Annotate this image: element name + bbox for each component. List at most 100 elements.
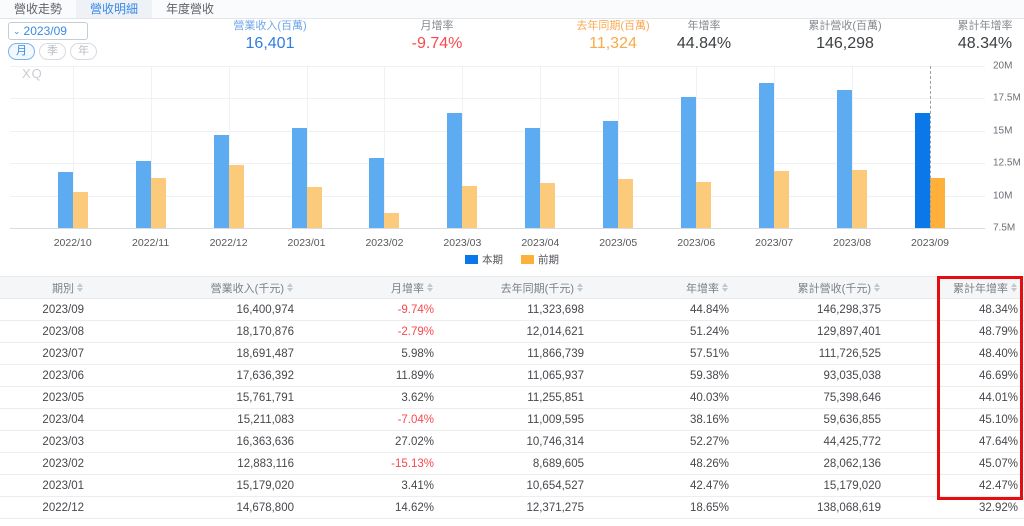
table-cell: 59,636,855 [735,409,887,431]
x-axis-label: 2023/09 [895,237,965,249]
table-cell: 93,035,038 [735,365,887,387]
tab-bar: 營收走勢 營收明細 年度營收 [0,0,1024,19]
table-cell: 2023/03 [0,431,90,453]
stat-value: -9.74% [412,34,463,53]
table-row-2022/12[interactable]: 2022/1214,678,80014.62%12,371,27518.65%1… [0,497,1024,519]
freq-quarter-button[interactable]: 季 [39,43,66,60]
bar-previous-2022/12[interactable] [229,165,244,228]
table-row-2023/07[interactable]: 2023/0718,691,4875.98%11,866,73957.51%11… [0,343,1024,365]
bar-current-2023/04[interactable] [525,128,540,228]
table-row-2023/04[interactable]: 2023/0415,211,083-7.04%11,009,59538.16%5… [0,409,1024,431]
bar-previous-2023/05[interactable] [618,179,633,228]
gridline-h [10,66,985,67]
period-select[interactable]: ⌄ 2023/09 [8,22,88,40]
table-cell: 3.41% [300,475,440,497]
table-cell: 2023/05 [0,387,90,409]
tab-revenue-trend[interactable]: 營收走勢 [0,0,76,18]
stat-label: 營業收入(百萬) [233,20,306,33]
bar-previous-2023/02[interactable] [384,213,399,228]
table-cell: 2023/06 [0,365,90,387]
x-axis-label: 2023/05 [583,237,653,249]
bar-current-2023/08[interactable] [837,90,852,228]
stat-value: 16,401 [233,34,306,53]
legend-swatch [465,255,478,264]
column-header-2[interactable]: 月增率 [300,277,440,299]
stat-2: 去年同期(百萬)11,324 [576,20,649,53]
bar-current-2022/10[interactable] [58,172,73,228]
bar-current-2023/09[interactable] [915,113,930,228]
y-axis-tick: 20M [993,61,1012,72]
tab-annual-revenue[interactable]: 年度營收 [152,0,228,18]
x-axis-label: 2023/06 [661,237,731,249]
table-cell: 2023/01 [0,475,90,497]
table-row-2023/03[interactable]: 2023/0316,363,63627.02%10,746,31452.27%4… [0,431,1024,453]
table-row-2023/08[interactable]: 2023/0818,170,876-2.79%12,014,62151.24%1… [0,321,1024,343]
table-row-2023/05[interactable]: 2023/0515,761,7913.62%11,255,85140.03%75… [0,387,1024,409]
bar-current-2023/05[interactable] [603,121,618,228]
bar-previous-2022/10[interactable] [73,192,88,228]
table-cell: 45.07% [887,453,1024,475]
table-row-2023/01[interactable]: 2023/0115,179,0203.41%10,654,52742.47%15… [0,475,1024,497]
table-cell: 12,371,275 [440,497,590,519]
x-axis-label: 2023/04 [505,237,575,249]
table-cell: 10,746,314 [440,431,590,453]
column-header-label: 累計年增率 [953,283,1008,295]
xq-watermark: XQ [22,66,43,81]
table-cell: 11,065,937 [440,365,590,387]
tab-revenue-detail[interactable]: 營收明細 [76,0,152,18]
table-row-2023/06[interactable]: 2023/0617,636,39211.89%11,065,93759.38%9… [0,365,1024,387]
bar-previous-2023/07[interactable] [774,171,789,228]
bar-previous-2023/03[interactable] [462,186,477,228]
legend-label: 本期 [482,252,503,267]
y-axis-tick: 12.5M [993,158,1021,169]
table-cell: 42.47% [590,475,735,497]
chevron-down-icon: ⌄ [13,23,21,39]
freq-year-button[interactable]: 年 [70,43,97,60]
table-cell: 138,068,619 [735,497,887,519]
freq-month-button[interactable]: 月 [8,43,35,60]
column-header-0[interactable]: 期別 [0,277,90,299]
y-axis-tick: 15M [993,125,1012,136]
table-cell: 47.64% [887,431,1024,453]
table-cell: 111,726,525 [735,343,887,365]
x-axis-label: 2022/11 [116,237,186,249]
bar-current-2022/11[interactable] [136,161,151,228]
sort-icon [874,283,881,292]
bar-current-2023/07[interactable] [759,83,774,228]
table-cell: 52.27% [590,431,735,453]
table-cell: 15,179,020 [90,475,300,497]
legend-item-本期[interactable]: 本期 [465,252,503,267]
chart-legend: 本期 前期 [0,252,1024,267]
column-header-6[interactable]: 累計年增率 [887,277,1024,299]
table-row-2023/02[interactable]: 2023/0212,883,116-15.13%8,689,60548.26%2… [0,453,1024,475]
table-cell: 129,897,401 [735,321,887,343]
table-cell: 18,170,876 [90,321,300,343]
bar-previous-2023/01[interactable] [307,187,322,228]
table-cell: 11.89% [300,365,440,387]
legend-item-前期[interactable]: 前期 [521,252,559,267]
y-axis-tick: 17.5M [993,93,1021,104]
table-cell: 12,014,621 [440,321,590,343]
bar-previous-2023/04[interactable] [540,183,555,228]
bar-current-2023/01[interactable] [292,128,307,228]
table-cell: 18,691,487 [90,343,300,365]
bar-previous-2023/06[interactable] [696,182,711,228]
table-cell: 15,211,083 [90,409,300,431]
table-cell: 11,255,851 [440,387,590,409]
bar-previous-2022/11[interactable] [151,178,166,228]
table-row-2023/09[interactable]: 2023/0916,400,974-9.74%11,323,69844.84%1… [0,299,1024,321]
bar-current-2022/12[interactable] [214,135,229,228]
bar-previous-2023/09[interactable] [930,178,945,228]
bar-current-2023/03[interactable] [447,113,462,228]
bar-current-2023/06[interactable] [681,97,696,228]
column-header-3[interactable]: 去年同期(千元) [440,277,590,299]
revenue-detail-page: 營收走勢 營收明細 年度營收 ⌄ 2023/09 月 季 年 營業收入(百萬)1… [0,0,1024,526]
column-header-4[interactable]: 年增率 [590,277,735,299]
table-cell: 38.16% [590,409,735,431]
table-cell: 16,400,974 [90,299,300,321]
bar-current-2023/02[interactable] [369,158,384,228]
stat-label: 月增率 [412,20,463,33]
column-header-1[interactable]: 營業收入(千元) [90,277,300,299]
bar-previous-2023/08[interactable] [852,170,867,228]
column-header-5[interactable]: 累計營收(千元) [735,277,887,299]
